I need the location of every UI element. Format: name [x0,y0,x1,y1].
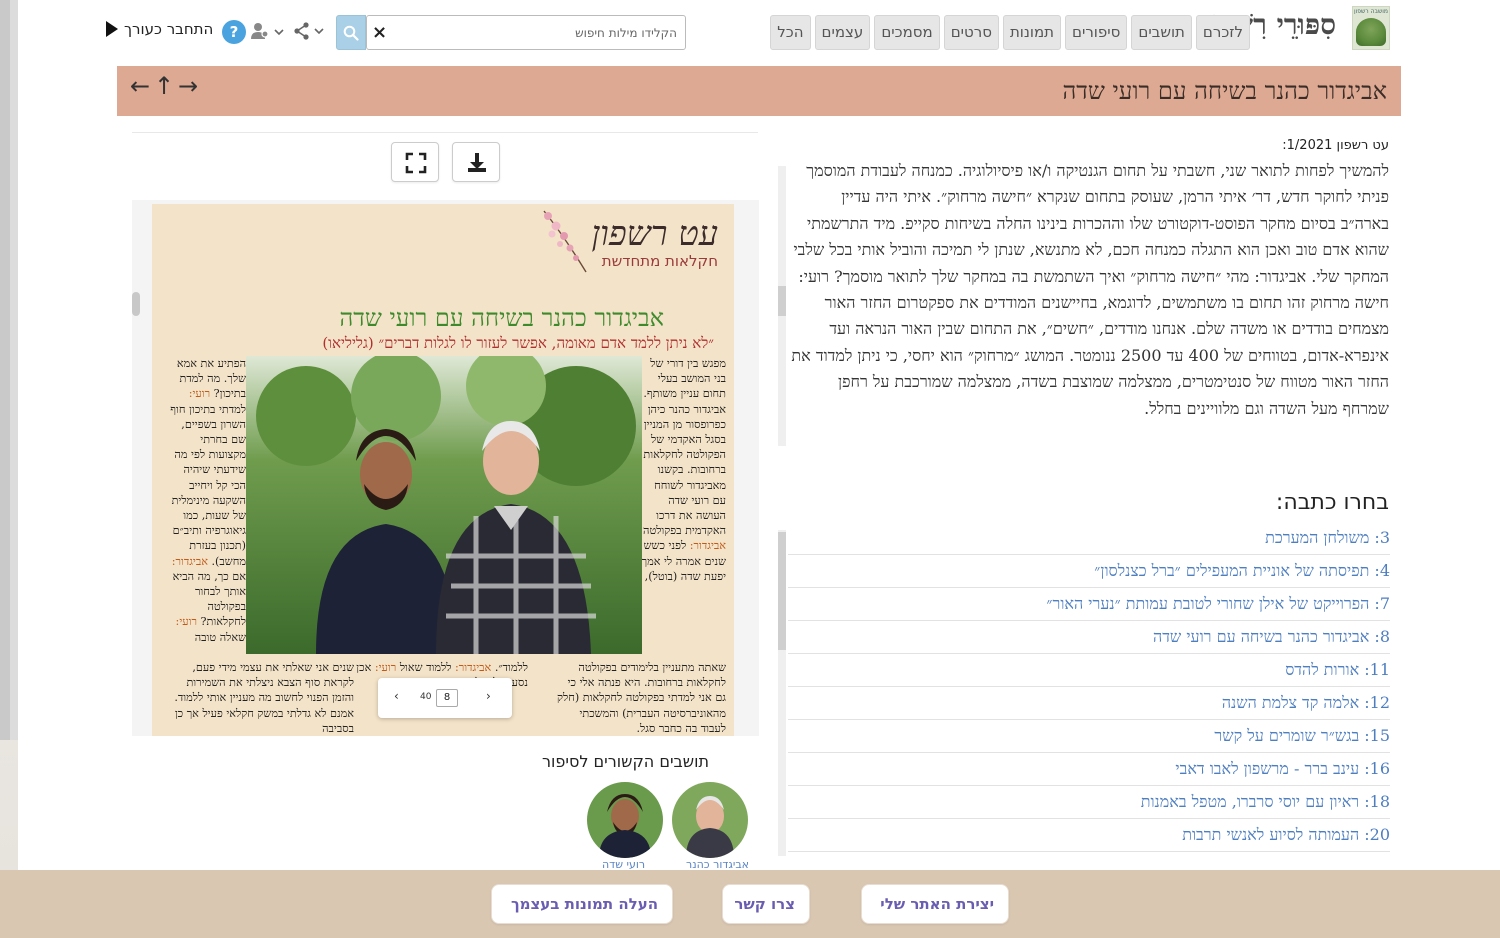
user-menu[interactable] [250,22,284,46]
article-link[interactable]: 8: אביגדור כהנר בשיחה עם רועי שדה [788,621,1390,654]
speaker-label: אביגדור: [689,539,726,553]
newspaper-bottom-left: שנים אני שאלתי את עצמי מידי פעם, לקראת ס… [174,661,354,735]
article-link[interactable]: 11: אורות להדס [788,654,1390,687]
create-site-button[interactable]: יצירת האתר שלי [861,884,1009,924]
nav-all[interactable]: הכל [770,15,811,50]
column-text: שאלה טובה [194,630,246,644]
newspaper-viewer[interactable]: עט רשפון חקלאות מתחדשת אביגדור כהנר בשיח… [132,200,759,736]
arrow-up-icon[interactable]: ↑ [153,72,175,100]
article-link[interactable]: 15: בגש״ר שומרים על קשר [788,720,1390,753]
pager-page-input[interactable]: 8 [436,689,458,707]
article-link[interactable]: 18: ראיון עם יוסי סרברו, מטפל באמנות [788,786,1390,819]
share-icon [294,22,324,40]
editor-login-link[interactable]: התחבר כעורך [106,20,213,38]
article-link[interactable]: 20: העמותה לסיוע לאנשי תרבות [788,819,1390,852]
login-label: התחבר כעורך [124,20,214,38]
column-text: ללמוד שאול [399,661,452,674]
search-bar: × [336,15,686,50]
interview-photo [246,356,642,654]
help-icon[interactable]: ? [222,20,246,44]
article-link[interactable]: 4: תפיסתה של אוניית המעפילים ״ברל כצנלסו… [788,555,1390,588]
site-logo[interactable]: מושבה רשפון [1352,6,1390,50]
newspaper-brand-title: עט רשפון [591,214,718,254]
left-edge-bar [0,0,18,740]
download-button[interactable] [452,142,500,182]
nav-films[interactable]: סרטים [943,15,999,50]
speaker-label: רועי: [374,661,397,674]
article-link[interactable]: 16: עינב ברר - מרשפון לאבו דאבי [788,753,1390,786]
contact-button[interactable]: צרו קשר [722,884,810,924]
cherry-blossom-icon [543,210,587,273]
fullscreen-icon [405,152,427,174]
page: מושבה רשפון סִפּוּרֵי רִשְׁפּוֹן לזכרם ת… [18,0,1500,871]
arrow-right-icon[interactable]: → [177,72,199,100]
article-link[interactable]: 12: אלמה קד צלמת השנה [788,687,1390,720]
site-header: מושבה רשפון סִפּוּרֵי רִשְׁפּוֹן לזכרם ת… [18,0,1500,66]
newspaper-brand-subtitle: חקלאות מתחדשת [601,252,718,270]
story-title: אביגדור כהנר בשיחה עם רועי שדה [1062,77,1388,105]
newspaper-subhead: ״לא ניתן ללמד אדם מאומה, אפשר לעזור לו ל… [322,334,714,352]
photo-of-two-men [246,356,642,654]
newspaper-column-left: הפתיע את אמא שלך. מה למדת בתיכון? רועי: … [166,356,246,654]
nav-objects[interactable]: עצמים [814,15,871,50]
media-toolbar-divider [132,132,758,133]
newspaper-headline: אביגדור כהנר בשיחה עם רועי שדה [339,304,665,332]
arrow-left-icon[interactable]: ← [129,72,151,100]
avatar-avigdor[interactable] [672,782,748,858]
column-text: ללמוד״. [494,661,528,674]
article-list: 3: משולחן המערכת 4: תפיסתה של אוניית המע… [788,522,1390,852]
pager-next-button[interactable]: › [486,689,491,703]
choose-article-title: בחרו כתבה: [1275,490,1389,515]
nav-residents[interactable]: תושבים [1131,15,1192,50]
upload-photos-button[interactable]: העלה תמונות בעצמך [491,884,673,924]
newspaper-column-right: מפגש בין דורי של בני המושב בעלי תחום עני… [638,356,726,654]
column-text: מפגש בין דורי של בני המושב בעלי תחום עני… [639,357,726,538]
search-icon [343,25,359,41]
pager-prev-button[interactable]: ‹ [394,689,399,703]
search-input[interactable] [366,15,686,50]
speaker-label: אביגדור: [455,661,492,674]
story-navigation: ← ↑ → [129,72,199,100]
fullscreen-button[interactable] [391,142,439,182]
article-source: עט רשפון 1/2021: [1282,138,1389,153]
column-text: למדתי בתיכון חוף השרון בשפיים, שם בחרתי … [170,402,246,568]
article-body: להמשיך לפחות לתואר שני, חשבתי על תחום הג… [791,161,1389,418]
site-footer: יצירת האתר שלי צרו קשר העלה תמונות בעצמך [0,870,1500,938]
user-cog-icon [251,23,284,39]
newspaper-bottom-right: שאתה מתעניין בלימודים בפקולטה לחקלאות בר… [557,661,726,735]
logo-label: מושבה רשפון [1354,8,1388,15]
speaker-label: רועי: [175,615,197,629]
play-icon [106,21,118,37]
download-icon [468,153,486,172]
avatar-photo [672,782,748,858]
nav-memorial[interactable]: לזכרם [1195,15,1250,50]
clear-search-icon[interactable]: × [372,22,387,43]
share-menu[interactable] [294,22,324,44]
speaker-label: אביגדור: [171,554,208,568]
avatar-roei[interactable] [587,782,663,858]
article-link[interactable]: 3: משולחן המערכת [788,522,1390,555]
nav-stories[interactable]: סיפורים [1065,15,1128,50]
related-residents-title: תושבים הקשורים לסיפור [542,752,709,771]
page-pager: ‹ 40 8 › [378,678,512,718]
newspaper-page: עט רשפון חקלאות מתחדשת אביגדור כהנר בשיח… [152,204,734,736]
article-list-scrollbar-thumb[interactable] [778,532,786,650]
pager-total: 40 [420,692,432,702]
viewer-scrollbar-thumb[interactable] [132,292,140,316]
newspaper-brand: עט רשפון חקלאות מתחדשת [591,214,718,270]
main-nav: לזכרם תושבים סיפורים תמונות סרטים מסמכים… [770,15,1250,50]
story-title-band: אביגדור כהנר בשיחה עם רועי שדה ← ↑ → [117,66,1401,116]
article-text-scrollbar-thumb[interactable] [778,286,786,316]
search-button[interactable] [336,15,366,50]
speaker-label: רועי: [188,387,211,401]
tree-icon [1356,18,1386,46]
column-text: הפתיע את אמא שלך. מה למדת בתיכון? [176,357,246,401]
nav-documents[interactable]: מסמכים [874,15,940,50]
article-link[interactable]: 7: הפרוייקט של אילן שחורי לטובת עמותת ״נ… [788,588,1390,621]
avatar-photo [587,782,663,858]
nav-photos[interactable]: תמונות [1002,15,1062,50]
